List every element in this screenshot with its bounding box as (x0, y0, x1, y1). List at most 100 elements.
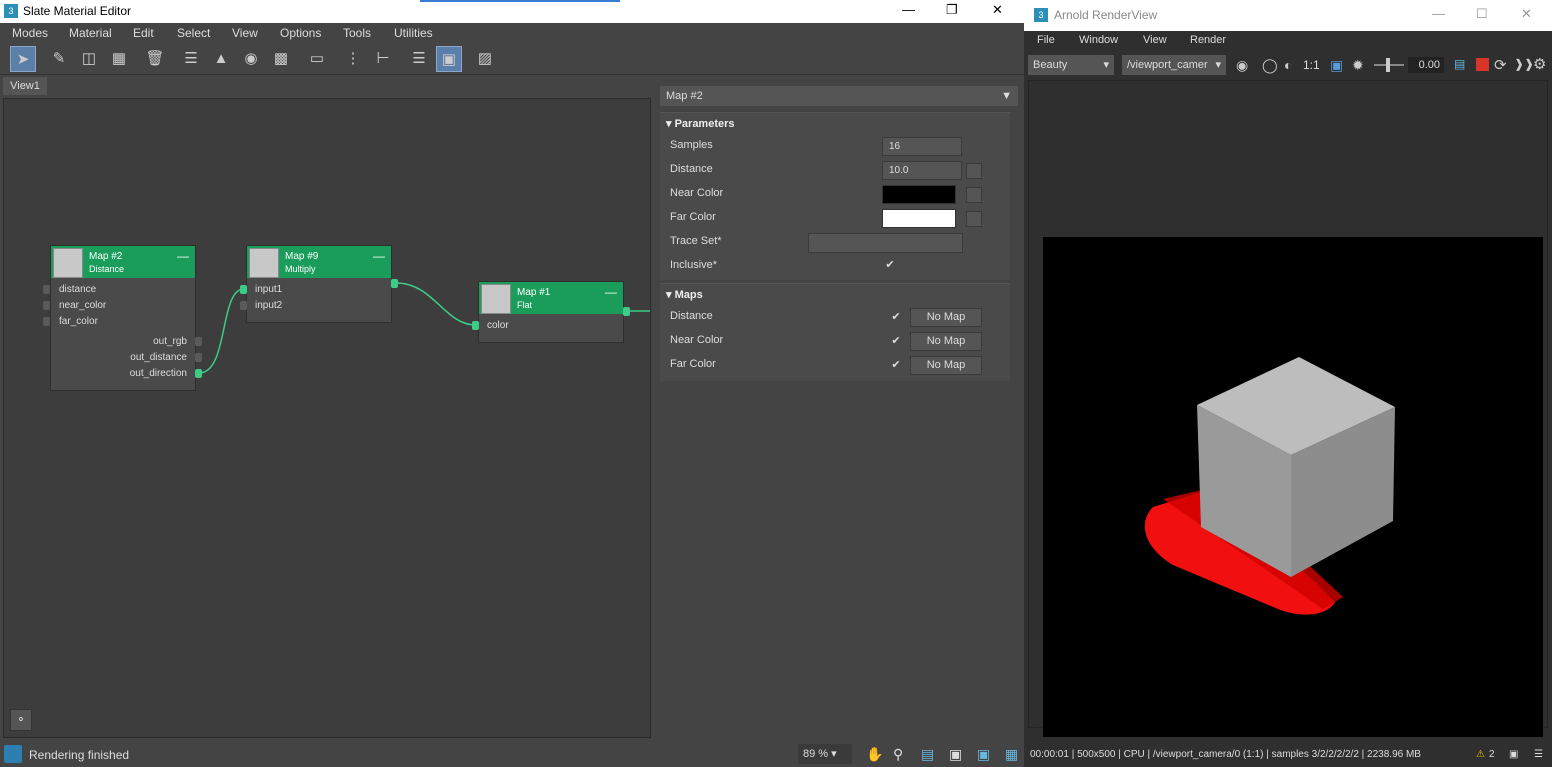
port-near-color[interactable]: near_color (59, 300, 106, 311)
inclusive-checkbox[interactable]: ✔ (884, 259, 896, 271)
collapse-icon[interactable]: — (605, 285, 617, 299)
warning-icon[interactable]: ⚠ (1476, 744, 1485, 766)
menu-utilities[interactable]: Utilities (394, 26, 433, 40)
menu-file[interactable]: File (1037, 34, 1055, 46)
camera-dropdown[interactable]: /viewport_camer ▾ (1122, 55, 1226, 75)
sample-count-icon[interactable]: ▭ (304, 46, 330, 72)
ratio-label[interactable]: 1:1 (1303, 58, 1320, 72)
map-far-color-button[interactable]: No Map (910, 356, 982, 375)
assign-material-icon[interactable]: ◫ (76, 46, 102, 72)
socket-far-color[interactable] (43, 317, 50, 326)
port-far-color[interactable]: far_color (59, 316, 98, 327)
zoom-selected-icon[interactable]: ▣ (977, 746, 990, 763)
put-to-library-icon[interactable]: ▦ (106, 46, 132, 72)
maximize-button[interactable]: ☐ (1476, 6, 1488, 22)
tab-view1[interactable]: View1 (3, 77, 47, 95)
menu-window[interactable]: Window (1079, 34, 1118, 46)
exposure-slider-handle[interactable] (1386, 58, 1390, 72)
socket-color[interactable] (472, 321, 479, 330)
node-map1[interactable]: Map #1 Flat — color (478, 281, 624, 343)
map-near-color-checkbox[interactable]: ✔ (890, 335, 902, 347)
delete-icon[interactable]: 🗑 (142, 46, 168, 72)
layout-horizontal-icon[interactable]: ⊢ (370, 46, 396, 72)
far-color-map-button[interactable] (966, 211, 982, 227)
collapse-icon[interactable]: — (373, 249, 385, 263)
zoom-icon[interactable]: ⚲ (893, 746, 903, 763)
socket-out-rgb[interactable] (195, 337, 202, 346)
socket-input2[interactable] (240, 301, 247, 310)
port-input2[interactable]: input2 (255, 300, 282, 311)
menu-select[interactable]: Select (177, 26, 210, 40)
map-distance-button[interactable]: No Map (910, 308, 982, 327)
rollout-title[interactable]: ▾ Parameters (666, 117, 735, 130)
gear-icon[interactable]: ⚙ (1533, 55, 1546, 73)
ipr-icon[interactable]: ❱❱ (1514, 57, 1534, 71)
select-tool-icon[interactable]: ➤ (10, 46, 36, 72)
aov-dropdown[interactable]: Beauty ▾ (1028, 55, 1114, 75)
map-distance-checkbox[interactable]: ✔ (890, 311, 902, 323)
port-color[interactable]: color (487, 320, 509, 331)
menu-material[interactable]: Material (69, 26, 112, 40)
near-color-swatch[interactable] (882, 185, 956, 204)
rollout-title[interactable]: ▾ Maps (666, 288, 703, 301)
restore-button[interactable]: ❐ (946, 2, 958, 18)
minimize-button[interactable]: — (1432, 6, 1445, 21)
socket-multiply-out[interactable] (391, 279, 398, 288)
distance-spinner[interactable]: 10.0 (882, 161, 962, 180)
alpha-icon[interactable]: ◐ (1284, 57, 1292, 73)
stop-render-icon[interactable] (1476, 58, 1489, 71)
menu-options[interactable]: Options (280, 26, 321, 40)
eyedropper-icon[interactable]: ✎ (46, 46, 72, 72)
menu-view[interactable]: View (232, 26, 258, 40)
info-icon[interactable]: ☰ (1534, 744, 1543, 766)
socket-near-color[interactable] (43, 301, 50, 310)
socket-out-distance[interactable] (195, 353, 202, 362)
zoom-region-icon[interactable]: ▤ (921, 746, 934, 763)
menu-view[interactable]: View (1143, 34, 1167, 46)
move-children-icon[interactable]: ☰ (178, 46, 204, 72)
region-icon[interactable]: ▣ (1330, 57, 1343, 74)
far-color-swatch[interactable] (882, 209, 956, 228)
port-out-rgb[interactable]: out_rgb (153, 336, 187, 347)
collapse-icon[interactable]: — (177, 249, 189, 263)
render-viewport[interactable] (1028, 80, 1548, 737)
zoom-extents-icon[interactable]: ▣ (949, 746, 962, 763)
snapshot-icon[interactable]: ▣ (1509, 744, 1518, 766)
exposure-value[interactable]: 0.00 (1408, 57, 1444, 73)
menu-edit[interactable]: Edit (133, 26, 154, 40)
trace-set-input[interactable] (808, 233, 963, 253)
menu-render[interactable]: Render (1190, 34, 1226, 46)
socket-input1[interactable] (240, 285, 247, 294)
material-map-browser-icon[interactable]: ▨ (472, 46, 498, 72)
show-map-icon[interactable]: ◉ (238, 46, 264, 72)
close-button[interactable]: ✕ (1521, 6, 1532, 22)
binoculars-icon[interactable]: ⚬ (10, 709, 32, 731)
navigator-icon[interactable]: ▣ (436, 46, 462, 72)
material-dropdown[interactable]: Map #2 ▼ (660, 86, 1018, 106)
node-graph-view[interactable]: Map #2 Distance — distance near_color fa… (3, 98, 651, 738)
node-map9[interactable]: Map #9 Multiply — input1 input2 (246, 245, 392, 323)
menu-tools[interactable]: Tools (343, 26, 371, 40)
close-button[interactable]: ✕ (992, 2, 1003, 18)
distance-map-button[interactable] (966, 163, 982, 179)
socket-flat-out[interactable] (623, 307, 630, 316)
near-color-map-button[interactable] (966, 187, 982, 203)
port-distance[interactable]: distance (59, 284, 96, 295)
rgb-channels-icon[interactable]: ◯ (1262, 57, 1278, 74)
node-map2[interactable]: Map #2 Distance — distance near_color fa… (50, 245, 196, 391)
zoom-dropdown[interactable]: 89 % ▾ (798, 744, 852, 764)
samples-spinner[interactable]: 16 (882, 137, 962, 156)
crosshair-icon[interactable]: ✹ (1352, 57, 1364, 74)
minimize-button[interactable]: — (902, 2, 915, 17)
port-out-direction[interactable]: out_direction (130, 368, 187, 379)
hide-unused-icon[interactable]: ▲ (208, 46, 234, 72)
layout-vertical-icon[interactable]: ⋮ (340, 46, 366, 72)
port-out-distance[interactable]: out_distance (130, 352, 187, 363)
pan-hand-icon[interactable]: ✋ (866, 746, 883, 763)
map-far-color-checkbox[interactable]: ✔ (890, 359, 902, 371)
socket-distance[interactable] (43, 285, 50, 294)
port-input1[interactable]: input1 (255, 284, 282, 295)
map-near-color-button[interactable]: No Map (910, 332, 982, 351)
log-icon[interactable]: ▤ (1454, 57, 1465, 71)
refresh-render-icon[interactable]: ⟳ (1494, 56, 1507, 74)
